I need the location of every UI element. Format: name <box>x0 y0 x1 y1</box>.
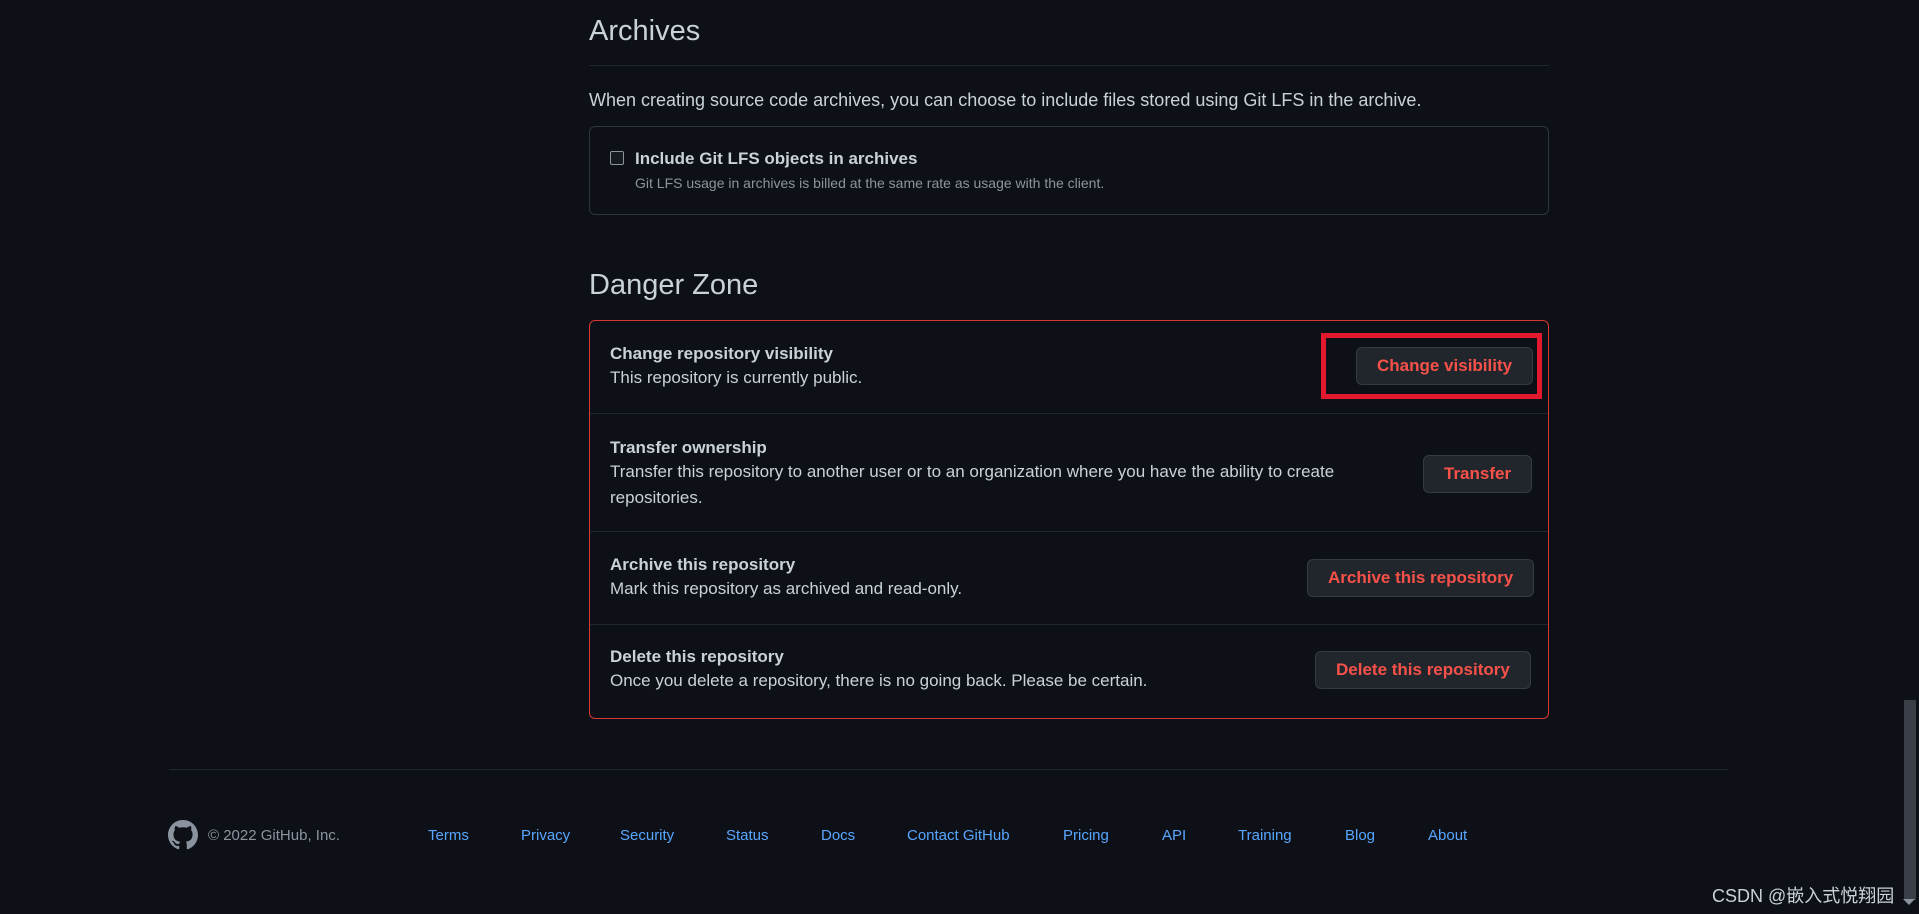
footer-link-contact-github[interactable]: Contact GitHub <box>907 827 1010 844</box>
settings-page: Archives When creating source code archi… <box>0 0 1919 914</box>
archive-repository-button[interactable]: Archive this repository <box>1307 559 1535 597</box>
github-mark-icon[interactable] <box>168 820 198 850</box>
danger-row-text: Once you delete a repository, there is n… <box>610 671 1148 690</box>
footer-divider <box>169 769 1728 770</box>
footer-link-privacy[interactable]: Privacy <box>521 827 570 844</box>
delete-repository-button[interactable]: Delete this repository <box>1315 651 1531 689</box>
danger-row-title: Change repository visibility <box>610 344 833 363</box>
scroll-down-arrow-icon[interactable] <box>1903 899 1915 905</box>
scrollbar-thumb[interactable] <box>1904 700 1916 900</box>
include-lfs-label[interactable]: Include Git LFS objects in archives <box>635 149 917 169</box>
footer-copyright: © 2022 GitHub, Inc. <box>208 827 340 844</box>
footer-link-about[interactable]: About <box>1428 827 1467 844</box>
danger-row-transfer: Transfer ownership Transfer this reposit… <box>590 413 1548 532</box>
footer-link-training[interactable]: Training <box>1238 827 1292 844</box>
transfer-button[interactable]: Transfer <box>1423 455 1533 493</box>
footer-link-pricing[interactable]: Pricing <box>1063 827 1109 844</box>
archives-divider <box>589 65 1549 66</box>
danger-row-text: This repository is currently public. <box>610 368 863 387</box>
include-lfs-checkbox[interactable] <box>610 151 624 165</box>
danger-zone-heading: Danger Zone <box>589 269 759 301</box>
danger-row-text: Transfer this repository to another user… <box>610 462 1335 507</box>
footer-link-blog[interactable]: Blog <box>1345 827 1375 844</box>
danger-row-delete: Delete this repository Once you delete a… <box>590 624 1548 718</box>
highlight-box <box>1321 333 1542 399</box>
archives-heading: Archives <box>589 15 701 47</box>
footer-link-status[interactable]: Status <box>726 827 769 844</box>
danger-row-archive: Archive this repository Mark this reposi… <box>590 531 1548 625</box>
footer-link-api[interactable]: API <box>1162 827 1186 844</box>
footer-link-terms[interactable]: Terms <box>428 827 469 844</box>
danger-row-title: Delete this repository <box>610 647 784 666</box>
include-lfs-note: Git LFS usage in archives is billed at t… <box>635 175 1105 191</box>
danger-row-title: Archive this repository <box>610 555 796 574</box>
csdn-watermark: CSDN @嵌入式悦翔园 <box>1712 886 1895 906</box>
archives-description: When creating source code archives, you … <box>589 90 1422 110</box>
footer-link-docs[interactable]: Docs <box>821 827 855 844</box>
danger-row-title: Transfer ownership <box>610 438 767 457</box>
lfs-option-box: Include Git LFS objects in archives Git … <box>589 126 1549 215</box>
danger-row-text: Mark this repository as archived and rea… <box>610 579 963 598</box>
footer-link-security[interactable]: Security <box>620 827 674 844</box>
